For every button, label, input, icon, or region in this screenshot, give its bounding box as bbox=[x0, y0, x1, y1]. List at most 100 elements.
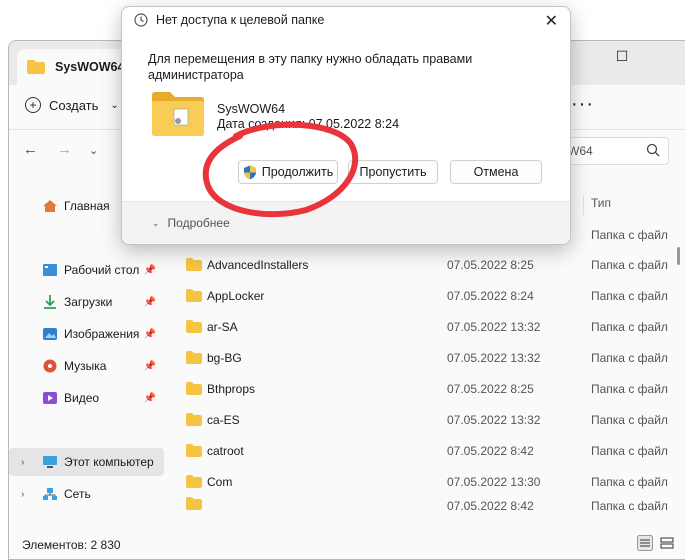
folder-icon bbox=[186, 258, 202, 271]
folder-icon bbox=[186, 320, 202, 333]
details-label: Подробнее bbox=[167, 216, 230, 230]
sidebar-item-desktop[interactable]: Рабочий стол 📌 bbox=[9, 256, 164, 284]
file-date: 07.05.2022 13:32 bbox=[447, 319, 541, 334]
continue-button[interactable]: Продолжить bbox=[238, 160, 338, 184]
folder-icon bbox=[186, 496, 202, 510]
file-type: Папка с файл bbox=[591, 499, 668, 511]
sidebar-item-downloads[interactable]: Загрузки 📌 bbox=[9, 288, 164, 316]
dialog-footer: ⌄ Подробнее bbox=[122, 201, 570, 244]
file-name: catroot bbox=[207, 443, 244, 458]
file-type: Папка с файл bbox=[591, 257, 668, 272]
details-toggle[interactable]: ⌄ Подробнее bbox=[152, 216, 230, 230]
clock-icon bbox=[134, 13, 148, 27]
create-button[interactable]: + Создать ⌄ bbox=[25, 97, 119, 113]
chevron-down-icon: ⌄ bbox=[152, 217, 160, 228]
details-view-icon[interactable] bbox=[637, 535, 653, 551]
file-date: 07.05.2022 8:24 bbox=[447, 288, 534, 303]
file-type: Папка с файл bbox=[591, 381, 668, 396]
sidebar-item-this-pc[interactable]: › Этот компьютер bbox=[9, 448, 164, 476]
vertical-scrollbar[interactable] bbox=[677, 243, 682, 503]
video-icon bbox=[43, 392, 57, 404]
sidebar-label: Этот компьютер bbox=[64, 455, 154, 469]
dialog-message: Для перемещения в эту папку нужно облада… bbox=[148, 52, 473, 82]
sidebar-label: Рабочий стол bbox=[64, 263, 140, 277]
skip-label: Пропустить bbox=[359, 165, 427, 179]
dialog-titlebar: Нет доступа к целевой папке bbox=[134, 13, 324, 27]
table-row[interactable]: AdvancedInstallers 07.05.2022 8:25 Папка… bbox=[169, 249, 668, 280]
folder-icon bbox=[186, 413, 202, 426]
table-row[interactable]: Com 07.05.2022 13:30 Папка с файл bbox=[169, 466, 668, 497]
sidebar-item-pictures[interactable]: Изображения 📌 bbox=[9, 320, 164, 348]
table-row[interactable]: bg-BG 07.05.2022 13:32 Папка с файл bbox=[169, 342, 668, 373]
file-name: ar-SA bbox=[207, 319, 238, 334]
table-row[interactable]: catroot 07.05.2022 8:42 Папка с файл bbox=[169, 435, 668, 466]
expand-arrow-icon[interactable]: › bbox=[21, 489, 24, 500]
folder-icon bbox=[186, 475, 202, 488]
sidebar-label: Изображения bbox=[64, 327, 140, 341]
sidebar-item-music[interactable]: Музыка 📌 bbox=[9, 352, 164, 380]
file-date: 07.05.2022 13:32 bbox=[447, 412, 541, 427]
status-bar: Элементов: 2 830 bbox=[9, 529, 685, 559]
table-row[interactable]: AppLocker 07.05.2022 8:24 Папка с файл bbox=[169, 280, 668, 311]
recent-chevron-icon[interactable]: ⌄ bbox=[89, 144, 98, 157]
skip-button[interactable]: Пропустить bbox=[348, 160, 438, 184]
sidebar-label: Видео bbox=[64, 391, 100, 405]
folder-icon bbox=[186, 289, 202, 302]
plus-icon: + bbox=[25, 97, 41, 113]
item-count: Элементов: 2 830 bbox=[22, 538, 121, 552]
column-header-type[interactable]: Тип bbox=[591, 196, 611, 210]
music-icon bbox=[43, 359, 57, 373]
table-row[interactable]: 07.05.2022 8:42 Папка с файл bbox=[169, 495, 668, 511]
file-date: 07.05.2022 8:25 bbox=[447, 381, 534, 396]
expand-arrow-icon[interactable]: › bbox=[21, 457, 24, 468]
file-name: AppLocker bbox=[207, 288, 265, 303]
pin-icon[interactable]: 📌 bbox=[144, 297, 156, 308]
uac-shield-icon bbox=[243, 165, 256, 179]
sidebar-item-videos[interactable]: Видео 📌 bbox=[9, 384, 164, 412]
search-input[interactable]: W64 bbox=[559, 137, 669, 165]
file-type: Папка с файл bbox=[591, 319, 668, 334]
scrollbar-thumb[interactable] bbox=[677, 247, 680, 265]
folder-icon bbox=[186, 444, 202, 457]
pin-icon[interactable]: 📌 bbox=[144, 361, 156, 372]
table-row[interactable]: ar-SA 07.05.2022 13:32 Папка с файл bbox=[169, 311, 668, 342]
folder-date: Дата создания: 07.05.2022 8:24 bbox=[217, 117, 400, 131]
file-type: Папка с файл bbox=[591, 288, 668, 303]
dialog-title: Нет доступа к целевой папке bbox=[156, 13, 325, 27]
table-row[interactable]: Bthprops 07.05.2022 8:25 Папка с файл bbox=[169, 373, 668, 404]
file-type: Папка с файл bbox=[591, 474, 668, 489]
sidebar-label: Главная bbox=[64, 199, 110, 213]
tiles-view-icon[interactable] bbox=[659, 535, 675, 551]
file-type: Папка с файл bbox=[591, 412, 668, 427]
sidebar-label: Сеть bbox=[64, 487, 91, 501]
folder-icon bbox=[27, 60, 45, 74]
pin-icon[interactable]: 📌 bbox=[144, 393, 156, 404]
sidebar-label: Музыка bbox=[64, 359, 107, 373]
network-icon bbox=[43, 488, 57, 500]
restore-icon[interactable]: ☐ bbox=[599, 41, 645, 71]
sidebar-item-network[interactable]: › Сеть bbox=[9, 480, 164, 508]
continue-label: Продолжить bbox=[261, 165, 334, 179]
more-options-button[interactable]: ··· bbox=[571, 93, 594, 116]
file-type: Папка с файл bbox=[591, 443, 668, 458]
tab-syswow64[interactable]: SysWOW64 bbox=[17, 49, 127, 85]
pin-icon[interactable]: 📌 bbox=[144, 329, 156, 340]
forward-arrow-icon[interactable]: → bbox=[57, 141, 72, 158]
row-type-partial: Папка с файл bbox=[591, 228, 668, 242]
file-date: 07.05.2022 13:30 bbox=[447, 474, 541, 489]
close-icon[interactable]: ✕ bbox=[545, 11, 558, 31]
file-name: AdvancedInstallers bbox=[207, 257, 309, 272]
column-separator[interactable] bbox=[583, 195, 584, 215]
cancel-button[interactable]: Отмена bbox=[450, 160, 542, 184]
search-text: W64 bbox=[568, 144, 593, 158]
pin-icon[interactable]: 📌 bbox=[144, 265, 156, 276]
folder-name: SysWOW64 bbox=[217, 102, 286, 116]
table-row[interactable]: ca-ES 07.05.2022 13:32 Папка с файл bbox=[169, 404, 668, 435]
file-name: Com bbox=[207, 474, 233, 489]
file-name: bg-BG bbox=[207, 350, 242, 365]
access-denied-dialog: Нет доступа к целевой папке ✕ Для переме… bbox=[121, 6, 571, 245]
back-arrow-icon[interactable]: ← bbox=[23, 141, 38, 158]
sidebar-label: Загрузки bbox=[64, 295, 113, 309]
cancel-label: Отмена bbox=[473, 165, 519, 179]
tab-title: SysWOW64 bbox=[55, 60, 125, 74]
